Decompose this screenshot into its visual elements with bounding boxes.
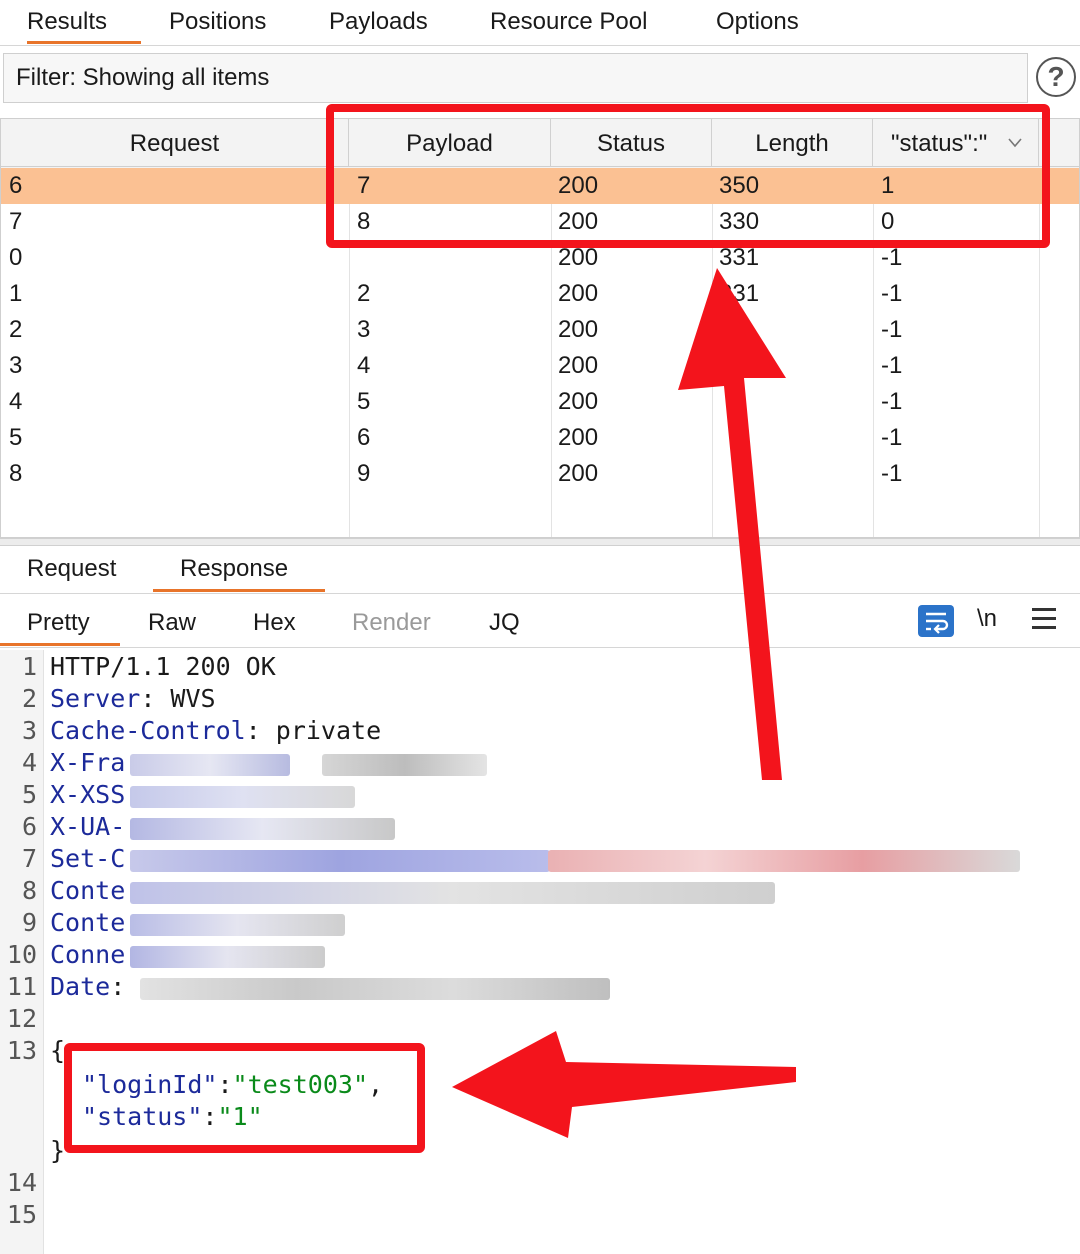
arrow-left-icon — [452, 1031, 796, 1138]
arrow-up-icon — [678, 268, 786, 780]
annotation-arrows — [452, 268, 796, 1138]
